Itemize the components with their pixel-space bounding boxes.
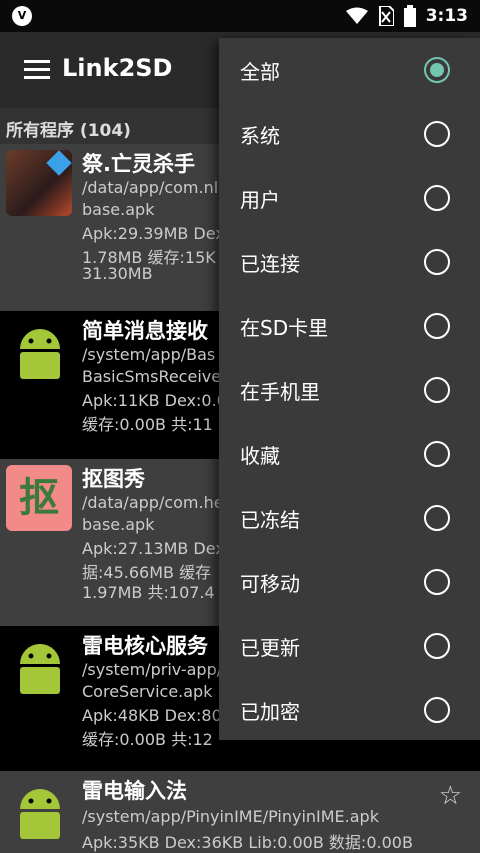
android-icon	[20, 644, 60, 694]
radio-checked-icon[interactable]	[424, 57, 450, 83]
menu-item-user[interactable]: 用户	[219, 166, 480, 230]
menu-item-favorites[interactable]: 收藏	[219, 422, 480, 486]
wifi-icon	[345, 7, 368, 24]
battery-icon	[403, 5, 416, 27]
status-bar: V 3:13	[0, 0, 480, 32]
menu-item-label: 可移动	[240, 572, 300, 596]
hamburger-icon[interactable]	[24, 60, 50, 80]
radio-icon[interactable]	[424, 441, 450, 467]
app-name: 雷电核心服务	[82, 634, 208, 658]
menu-item-label: 已冻结	[240, 508, 300, 532]
menu-item-label: 系统	[240, 124, 280, 148]
radio-icon[interactable]	[424, 377, 450, 403]
menu-item-label: 全部	[240, 60, 280, 84]
app-size: 缓存:0.00B 共:11	[82, 415, 213, 434]
filter-menu: 全部 系统 用户 已连接 在SD卡里 在手机里 收藏 已冻结 可移动 已更新 已…	[219, 38, 480, 740]
app-size: Apk:29.39MB Dex	[82, 224, 225, 243]
app-file: base.apk	[82, 200, 155, 219]
app-path: /system/priv-app/	[82, 660, 223, 679]
app-count-label: 所有程序 (104)	[6, 121, 131, 141]
app-total: 31.30MB	[82, 264, 153, 283]
app-path: /data/app/com.nl	[82, 178, 219, 197]
menu-item-label: 已加密	[240, 700, 300, 724]
menu-item-label: 用户	[240, 188, 280, 212]
menu-item-label: 在SD卡里	[240, 316, 329, 340]
radio-icon[interactable]	[424, 505, 450, 531]
app-size: Apk:48KB Dex:80	[82, 706, 222, 725]
app-size: Apk:11KB Dex:0.0	[82, 391, 227, 410]
app-title: Link2SD	[62, 54, 173, 82]
no-sim-icon	[378, 6, 394, 26]
menu-item-label: 收藏	[240, 444, 280, 468]
app-size: Apk:35KB Dex:36KB Lib:0.00B 数据:0.00B	[82, 833, 413, 852]
app-icon: 抠	[6, 465, 72, 531]
menu-item-label: 在手机里	[240, 380, 320, 404]
menu-item-system[interactable]: 系统	[219, 102, 480, 166]
app-file: BasicSmsReceive	[82, 367, 222, 386]
radio-icon[interactable]	[424, 185, 450, 211]
app-icon	[6, 150, 72, 216]
app-size: Apk:27.13MB Dex	[82, 539, 225, 558]
radio-icon[interactable]	[424, 633, 450, 659]
android-icon	[20, 789, 60, 839]
radio-icon[interactable]	[424, 121, 450, 147]
menu-item-label: 已连接	[240, 252, 300, 276]
menu-item-label: 已更新	[240, 636, 300, 660]
radio-icon[interactable]	[424, 313, 450, 339]
app-total: 1.97MB 共:107.4	[82, 583, 215, 602]
app-name: 简单消息接收	[82, 319, 208, 343]
list-item[interactable]: 雷电输入法 /system/app/PinyinIME/PinyinIME.ap…	[0, 771, 480, 853]
app-path: /system/app/PinyinIME/PinyinIME.apk	[82, 807, 379, 826]
app-name: 抠图秀	[82, 467, 145, 491]
app-path: /data/app/com.he	[82, 493, 224, 512]
menu-item-updated[interactable]: 已更新	[219, 614, 480, 678]
menu-item-on-phone[interactable]: 在手机里	[219, 358, 480, 422]
radio-icon[interactable]	[424, 697, 450, 723]
app-name: 祭.亡灵杀手	[82, 152, 195, 176]
android-icon	[20, 329, 60, 379]
menu-item-on-sd[interactable]: 在SD卡里	[219, 294, 480, 358]
notification-icon: V	[12, 6, 32, 26]
app-path: /system/app/Bas	[82, 345, 216, 364]
status-icons: 3:13	[345, 0, 468, 32]
menu-item-movable[interactable]: 可移动	[219, 550, 480, 614]
app-size: 缓存:0.00B 共:12	[82, 730, 213, 749]
menu-item-frozen[interactable]: 已冻结	[219, 486, 480, 550]
clock: 3:13	[425, 6, 468, 26]
app-name: 雷电输入法	[82, 779, 187, 803]
radio-icon[interactable]	[424, 569, 450, 595]
radio-icon[interactable]	[424, 249, 450, 275]
menu-item-encrypted[interactable]: 已加密	[219, 678, 480, 742]
app-file: base.apk	[82, 515, 155, 534]
star-outline-icon[interactable]: ☆	[439, 781, 462, 811]
menu-item-linked[interactable]: 已连接	[219, 230, 480, 294]
menu-item-all[interactable]: 全部	[219, 38, 480, 102]
app-file: CoreService.apk	[82, 682, 213, 701]
